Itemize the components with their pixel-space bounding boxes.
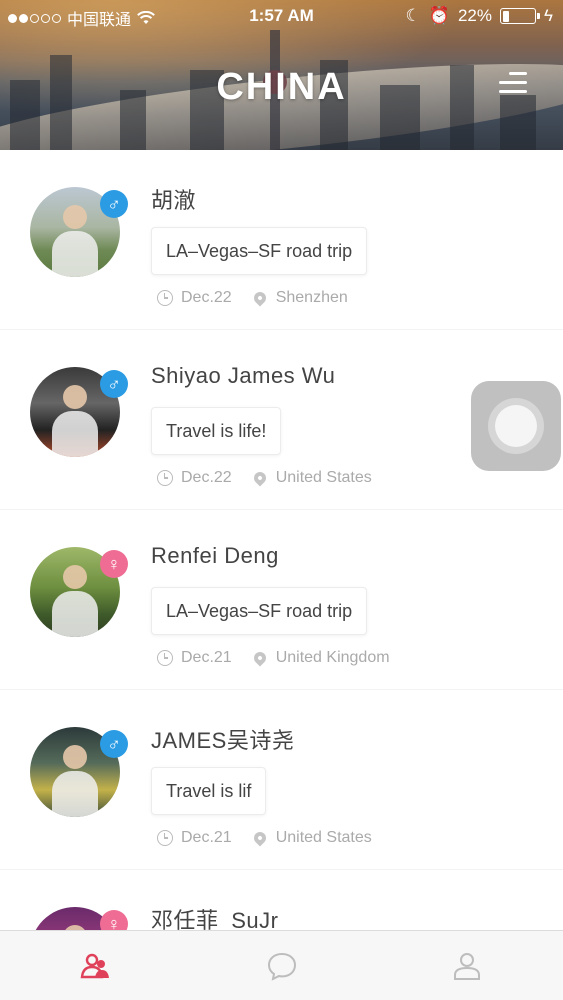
trip-meta: Dec.22 United States	[157, 469, 372, 487]
trip-date: Dec.22	[181, 469, 232, 486]
user-name[interactable]: Shiyao James Wu	[151, 363, 335, 389]
clock-icon	[157, 650, 173, 666]
trip-card[interactable]: ♀ 邓任菲_SuJr	[0, 870, 563, 930]
assistive-touch-button[interactable]	[471, 381, 561, 471]
trip-card[interactable]: ♂ JAMES吴诗尧 Travel is lif Dec.21 United State…	[0, 690, 563, 870]
female-icon: ♀	[100, 550, 128, 578]
trip-meta: Dec.22 Shenzhen	[157, 289, 348, 307]
male-icon: ♂	[100, 730, 128, 758]
trip-location: United States	[275, 829, 372, 846]
chat-bubble-icon	[267, 952, 297, 981]
header-banner: 中国联通 1:57 AM ☾ ⏰ 22% ϟ CHINA	[0, 0, 563, 150]
location-pin-icon	[251, 469, 269, 487]
battery-icon	[500, 8, 540, 24]
clock-icon	[157, 290, 173, 306]
trip-card[interactable]: ♂ 胡澈 LA–Vegas–SF road trip Dec.22 Shenzhen	[0, 150, 563, 330]
user-name[interactable]: JAMES吴诗尧	[151, 723, 294, 755]
location-pin-icon	[251, 289, 269, 307]
trip-location: Shenzhen	[275, 289, 348, 306]
user-name[interactable]: 胡澈	[151, 183, 196, 215]
clock-icon	[157, 470, 173, 486]
male-icon: ♂	[100, 190, 128, 218]
trip-message[interactable]: LA–Vegas–SF road trip	[151, 227, 368, 275]
moon-icon: ☾	[405, 6, 421, 25]
trip-message[interactable]: Travel is lif	[151, 767, 267, 815]
tab-people[interactable]	[78, 949, 118, 985]
user-name[interactable]: 邓任菲_SuJr	[151, 903, 278, 930]
trip-date: Dec.21	[181, 829, 232, 846]
status-bar: 中国联通 1:57 AM ☾ ⏰ 22% ϟ	[0, 0, 563, 32]
profile-icon	[454, 953, 480, 980]
tab-bar	[0, 930, 563, 1000]
alarm-icon: ⏰	[428, 6, 450, 25]
trip-meta: Dec.21 United States	[157, 829, 372, 847]
location-pin-icon	[251, 829, 269, 847]
trip-meta: Dec.21 United Kingdom	[157, 649, 390, 667]
status-right: ☾ ⏰ 22% ϟ	[406, 6, 553, 26]
user-name[interactable]: Renfei Deng	[151, 543, 279, 569]
tab-profile[interactable]	[450, 949, 490, 985]
page-title: CHINA	[216, 66, 347, 108]
trip-date: Dec.22	[181, 289, 232, 306]
trip-message[interactable]: LA–Vegas–SF road trip	[151, 587, 368, 635]
trip-location: United States	[275, 469, 372, 486]
battery-percent: 22%	[457, 6, 492, 25]
clock-icon	[157, 830, 173, 846]
tab-messages[interactable]	[265, 949, 305, 985]
charging-icon: ϟ	[544, 6, 553, 25]
hamburger-menu-icon[interactable]	[499, 72, 527, 96]
female-icon: ♀	[100, 910, 128, 930]
people-icon	[80, 953, 109, 979]
trip-message[interactable]: Travel is life!	[151, 407, 282, 455]
trip-card[interactable]: ♀ Renfei Deng LA–Vegas–SF road trip Dec.21 U…	[0, 510, 563, 690]
male-icon: ♂	[100, 370, 128, 398]
location-pin-icon	[251, 649, 269, 667]
trip-location: United Kingdom	[275, 649, 390, 666]
trip-list[interactable]: ♂ 胡澈 LA–Vegas–SF road trip Dec.22 Shenzhen ♂ S…	[0, 150, 563, 930]
trip-date: Dec.21	[181, 649, 232, 666]
